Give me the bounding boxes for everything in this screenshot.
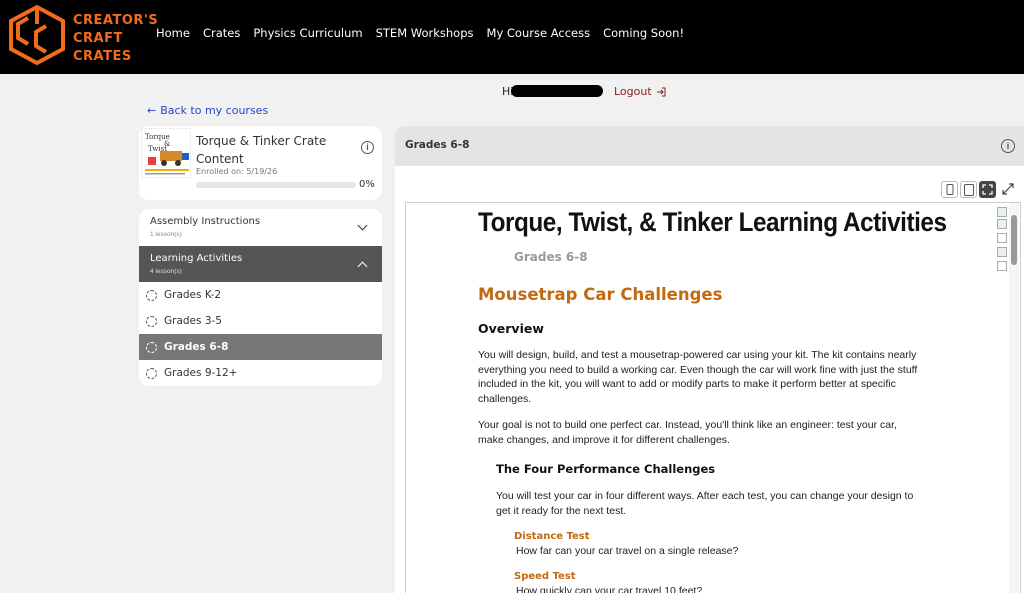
lesson-label: Grades K-2: [164, 289, 222, 301]
main-nav: Home Crates Physics Curriculum STEM Work…: [156, 26, 697, 40]
overview-heading: Overview: [478, 321, 544, 336]
lesson-info-icon[interactable]: i: [1001, 139, 1015, 153]
expand-icon[interactable]: [1001, 183, 1015, 197]
logout-label: Logout: [614, 85, 652, 98]
back-to-courses-link[interactable]: ← Back to my courses: [147, 104, 268, 117]
progress-percent: 0%: [359, 179, 375, 190]
scrollbar-thumb[interactable]: [1011, 215, 1017, 265]
fullscreen-view-button[interactable]: [979, 181, 996, 198]
logout-icon: [656, 87, 666, 96]
nav-home[interactable]: Home: [156, 26, 190, 40]
speed-test-text: How quickly can your car travel 10 feet?: [516, 585, 703, 593]
brand-line-3: CRATES: [73, 49, 132, 64]
lesson-title: Grades 6-8: [405, 139, 470, 151]
phone-icon: [946, 184, 953, 195]
text-line: You will test your car in four different…: [496, 490, 914, 502]
lesson-item-grades-k-2[interactable]: Grades K-2: [139, 282, 382, 308]
text-line: make changes, and improve it for differe…: [478, 433, 730, 446]
top-navbar: CREATOR'S CRAFT CRATES Home Crates Physi…: [0, 0, 1024, 74]
tablet-view-button[interactable]: [960, 181, 977, 198]
distance-test-text: How far can your car travel on a single …: [516, 545, 739, 557]
nav-physics-curriculum[interactable]: Physics Curriculum: [253, 26, 362, 40]
text-line: get it ready for the next test.: [496, 504, 627, 517]
course-progress-bar: [196, 182, 356, 188]
challenges-paragraph: You will test your car in four different…: [496, 489, 946, 518]
lesson-label: Grades 9-12+: [164, 367, 238, 379]
page-thumbnail-icon[interactable]: [997, 207, 1007, 217]
lesson-label: Grades 6-8: [164, 341, 229, 353]
distance-test-heading: Distance Test: [514, 531, 590, 542]
lesson-content-pane: Grades 6-8 i Torque, Twist, & Tinker Lea…: [395, 126, 1024, 593]
section-learning-activities[interactable]: Learning Activities 4 lesson(s): [139, 246, 382, 282]
challenges-heading: The Four Performance Challenges: [496, 462, 716, 476]
overview-paragraph-2: Your goal is not to build one perfect ca…: [478, 418, 948, 447]
incomplete-circle-icon: [146, 341, 157, 353]
view-mode-toolbar: [941, 181, 996, 198]
document-grade: Grades 6-8: [514, 250, 588, 264]
page-thumbnail-icon[interactable]: [997, 219, 1007, 229]
nav-coming-soon[interactable]: Coming Soon!: [603, 26, 684, 40]
text-line: everything you need to build a working c…: [478, 363, 918, 376]
fullscreen-icon: [982, 184, 993, 195]
section-assembly-instructions[interactable]: Assembly Instructions 1 lesson(s): [139, 209, 382, 245]
incomplete-circle-icon: [146, 315, 157, 327]
section-lesson-count: 1 lesson(s): [150, 231, 182, 238]
section-title: Learning Activities: [150, 253, 243, 264]
mobile-view-button[interactable]: [941, 181, 958, 198]
logout-link[interactable]: Logout: [614, 85, 666, 98]
nav-stem-workshops[interactable]: STEM Workshops: [376, 26, 474, 40]
document-title: Torque, Twist, & Tinker Learning Activit…: [478, 207, 947, 237]
section-title: Assembly Instructions: [150, 216, 261, 227]
tablet-icon: [963, 183, 974, 196]
chevron-up-icon: [357, 261, 368, 272]
text-line: included in the kit, you will want to ad…: [478, 378, 896, 390]
lesson-header: Grades 6-8 i: [395, 126, 1024, 166]
overview-paragraph-1: You will design, build, and test a mouse…: [478, 348, 948, 406]
course-thumbnail: Torque & Twist: [141, 128, 191, 178]
course-title: Torque & Tinker Crate Content: [196, 134, 327, 166]
redacted-username: [511, 85, 603, 97]
lesson-navigation: Assembly Instructions 1 lesson(s) Learni…: [139, 209, 382, 386]
nav-crates[interactable]: Crates: [203, 26, 240, 40]
text-line: challenges.: [478, 392, 532, 405]
document-sidebar: [995, 203, 1020, 593]
lesson-item-grades-9-12[interactable]: Grades 9-12+: [139, 360, 382, 386]
chevron-down-icon: [357, 220, 368, 231]
incomplete-circle-icon: [146, 289, 157, 301]
arrow-left-icon: ←: [147, 104, 157, 117]
text-line: Your goal is not to build one perfect ca…: [478, 419, 897, 431]
document-viewer[interactable]: Torque, Twist, & Tinker Learning Activit…: [405, 202, 1021, 593]
lesson-item-grades-3-5[interactable]: Grades 3-5: [139, 308, 382, 334]
lesson-item-grades-6-8[interactable]: Grades 6-8: [139, 334, 382, 360]
page-icon[interactable]: [997, 233, 1007, 243]
course-info-icon[interactable]: i: [361, 141, 374, 154]
nav-my-course-access[interactable]: My Course Access: [487, 26, 591, 40]
incomplete-circle-icon: [146, 367, 157, 379]
download-icon[interactable]: [997, 261, 1007, 271]
speed-test-heading: Speed Test: [514, 571, 576, 582]
back-label: Back to my courses: [160, 104, 269, 117]
lesson-label: Grades 3-5: [164, 315, 222, 327]
challenge-heading: Mousetrap Car Challenges: [478, 285, 723, 304]
enrolled-date: Enrolled on: 5/19/26: [196, 167, 278, 176]
section-lesson-count: 4 lesson(s): [150, 268, 182, 275]
brand-name[interactable]: CREATOR'S CRAFT CRATES: [73, 12, 158, 66]
brand-line-1: CREATOR'S: [73, 13, 159, 28]
text-line: You will design, build, and test a mouse…: [478, 349, 917, 361]
course-card: Torque & Twist Torque & Tinker Crate Con…: [139, 126, 382, 200]
creators-craft-crates-logo-icon[interactable]: [6, 4, 68, 66]
brand-line-2: CRAFT: [73, 31, 123, 46]
page-thumbnail-icon[interactable]: [997, 247, 1007, 257]
